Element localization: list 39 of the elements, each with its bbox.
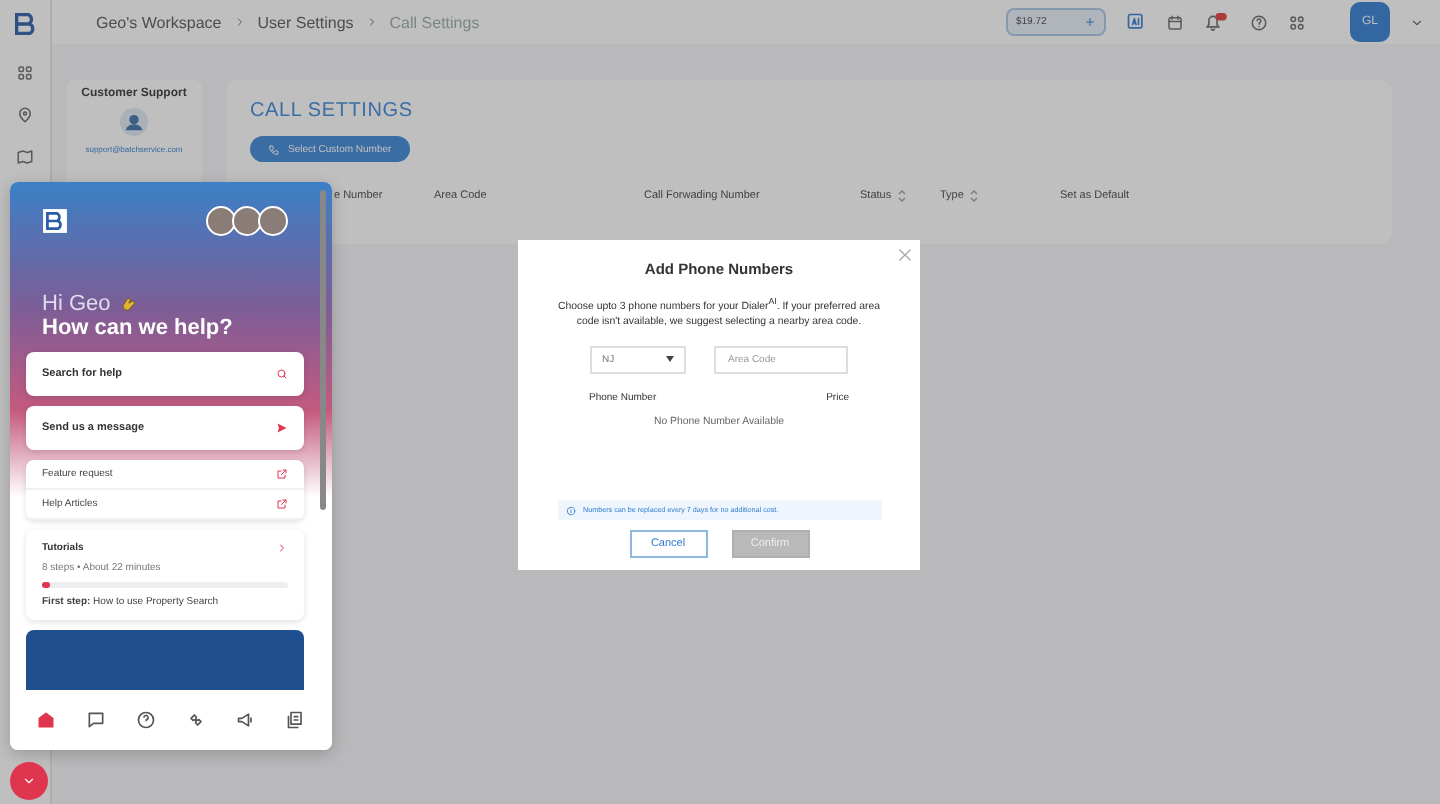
chevron-right-icon xyxy=(276,542,288,554)
home-tab[interactable] xyxy=(36,710,57,730)
sort-icon xyxy=(969,190,978,202)
logo-icon xyxy=(42,208,68,234)
avatar-placeholder xyxy=(206,206,236,236)
chat-tab[interactable] xyxy=(86,710,107,730)
chevron-down-icon xyxy=(22,774,36,788)
caret-icon xyxy=(666,356,674,363)
sort-icon xyxy=(897,190,906,202)
send-icon xyxy=(276,422,288,434)
tasks-tab[interactable] xyxy=(285,710,306,730)
map-icon[interactable] xyxy=(16,148,34,166)
help-tab[interactable] xyxy=(136,710,157,730)
chevron-down-icon[interactable] xyxy=(1410,15,1424,29)
avatar-placeholder xyxy=(232,206,262,236)
avatar-placeholder xyxy=(258,206,288,236)
external-link-icon xyxy=(276,498,288,510)
page-title: CALL SETTINGS xyxy=(250,100,415,122)
apps-icon[interactable] xyxy=(1288,13,1306,31)
ai-icon[interactable] xyxy=(1126,12,1146,32)
help-question: How can we help? xyxy=(40,316,235,340)
plus-icon[interactable] xyxy=(1084,16,1096,28)
close-icon[interactable] xyxy=(898,248,912,262)
calendar-icon[interactable] xyxy=(1166,13,1184,31)
greeting: Hi Geo xyxy=(42,292,111,316)
breadcrumb-link[interactable]: User Settings xyxy=(257,13,354,31)
person-icon xyxy=(120,108,148,136)
help-icon[interactable] xyxy=(1250,13,1268,31)
search-icon xyxy=(276,368,288,380)
info-icon xyxy=(565,505,575,515)
chevron-right-icon xyxy=(365,16,378,28)
grid-icon[interactable] xyxy=(16,64,34,82)
chevron-right-icon xyxy=(233,16,246,28)
phone-icon xyxy=(268,143,280,155)
bell-icon[interactable] xyxy=(1204,12,1230,32)
map-pin-icon[interactable] xyxy=(16,106,34,124)
external-link-icon xyxy=(276,468,288,480)
breadcrumb-link[interactable]: Geo's Workspace xyxy=(96,13,222,31)
megaphone-tab[interactable] xyxy=(235,710,256,730)
